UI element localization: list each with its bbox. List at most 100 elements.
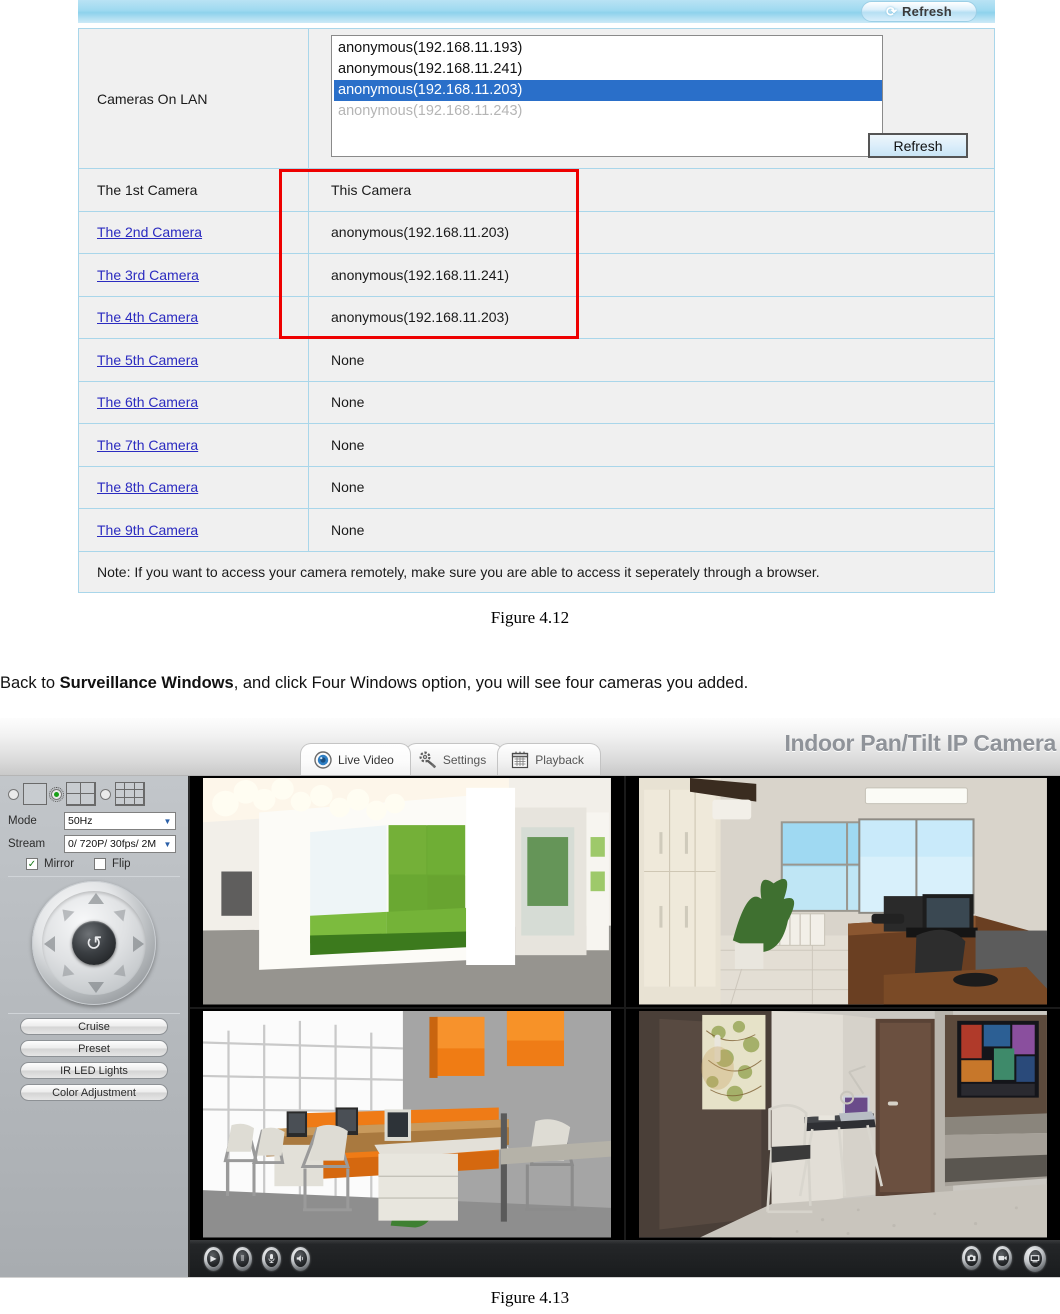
pause-button[interactable]: ‖ xyxy=(233,1246,252,1271)
list-item[interactable]: anonymous(192.168.11.193) xyxy=(334,38,882,59)
camera-link-cell: The 3rd Camera xyxy=(79,254,309,296)
panel-top-bar: ⟳ Refresh xyxy=(78,0,995,24)
figure-412-caption: Figure 4.12 xyxy=(490,608,570,627)
ptz-reset-icon[interactable]: ↺ xyxy=(72,921,116,965)
ptz-right-arrow-icon[interactable] xyxy=(133,936,144,952)
camera-1-view[interactable] xyxy=(190,776,624,1007)
instruction-paragraph: Back to Surveillance Windows, and click … xyxy=(0,672,1060,694)
multi-device-settings-panel: ⟳ Refresh Cameras On LAN anonymous(192.1… xyxy=(78,0,995,593)
sidebar-divider-top xyxy=(8,876,180,877)
microphone-icon xyxy=(265,1250,278,1267)
camera-link[interactable]: The 4th Camera xyxy=(97,309,198,325)
list-item[interactable]: anonymous(192.168.11.241) xyxy=(334,59,882,80)
chevron-down-icon: ▼ xyxy=(163,839,172,849)
note-text: Note: If you want to access your camera … xyxy=(97,563,820,580)
lan-refresh-button[interactable]: Refresh xyxy=(868,133,968,158)
camera-link-cell: The 6th Camera xyxy=(79,381,309,423)
nine-windows-icon[interactable] xyxy=(115,782,145,806)
camera-live-view-window: Live Video Settings Playback Indoor Pan/… xyxy=(0,718,1060,1278)
camera-value: anonymous(192.168.11.241) xyxy=(331,266,509,283)
stream-row: Stream 0/ 720P/ 30fps/ 2M ▼ xyxy=(8,835,180,853)
camera-link[interactable]: The 5th Camera xyxy=(97,352,198,368)
play-icon: ▶ xyxy=(207,1250,220,1267)
fullscreen-button[interactable] xyxy=(1024,1245,1046,1272)
table-row: The 6th Camera None xyxy=(79,381,994,424)
pause-icon: ‖ xyxy=(236,1250,249,1267)
camera-link[interactable]: The 3rd Camera xyxy=(97,267,199,283)
camera-control-sidebar: Mode 50Hz ▼ Stream 0/ 720P/ 30fps/ 2M ▼ … xyxy=(0,776,190,1277)
snapshot-button[interactable] xyxy=(962,1245,981,1270)
top-refresh-button[interactable]: ⟳ Refresh xyxy=(861,1,977,22)
camera-link[interactable]: The 6th Camera xyxy=(97,394,198,410)
video-grid-area: ▶ ‖ xyxy=(190,776,1060,1277)
cameras-on-lan-listbox[interactable]: anonymous(192.168.11.193) anonymous(192.… xyxy=(331,35,883,157)
stream-select[interactable]: 0/ 720P/ 30fps/ 2M ▼ xyxy=(64,835,176,853)
ir-led-lights-button[interactable]: IR LED Lights xyxy=(20,1062,168,1079)
camera-link-cell: The 2nd Camera xyxy=(79,211,309,253)
camera-link-cell: The 9th Camera xyxy=(79,509,309,551)
camera-link[interactable]: The 7th Camera xyxy=(97,437,198,453)
single-window-icon[interactable] xyxy=(23,783,47,805)
table-row: The 9th Camera None xyxy=(79,509,994,552)
snapshot-icon xyxy=(965,1249,978,1266)
table-row: The 2nd Camera anonymous(192.168.11.203) xyxy=(79,211,994,254)
list-item[interactable]: anonymous(192.168.11.203) xyxy=(334,80,882,101)
speaker-button[interactable] xyxy=(291,1246,310,1271)
camera-value: anonymous(192.168.11.203) xyxy=(331,309,509,326)
cruise-button[interactable]: Cruise xyxy=(20,1018,168,1035)
camera-link[interactable]: The 9th Camera xyxy=(97,522,198,538)
radio-four-windows[interactable] xyxy=(49,786,64,802)
video-grid xyxy=(190,776,1060,1240)
camera-link[interactable]: The 2nd Camera xyxy=(97,224,202,240)
camera-3-view[interactable] xyxy=(190,1009,624,1240)
camera-value: None xyxy=(331,394,365,411)
tab-settings[interactable]: Settings xyxy=(404,743,504,775)
color-adjustment-button[interactable]: Color Adjustment xyxy=(20,1084,168,1101)
ptz-down-arrow-icon[interactable] xyxy=(88,982,104,993)
camera-link[interactable]: The 8th Camera xyxy=(97,479,198,495)
record-button[interactable] xyxy=(993,1245,1012,1270)
record-icon xyxy=(996,1249,1009,1266)
figure-413-caption: Figure 4.13 xyxy=(490,1288,570,1307)
camera-value: anonymous(192.168.11.203) xyxy=(331,224,509,241)
table-row: The 3rd Camera anonymous(192.168.11.241) xyxy=(79,254,994,297)
four-windows-icon[interactable] xyxy=(66,782,96,806)
product-title: Indoor Pan/Tilt IP Camera xyxy=(784,730,1056,756)
play-button[interactable]: ▶ xyxy=(204,1246,223,1271)
ptz-up-arrow-icon[interactable] xyxy=(88,893,104,904)
top-refresh-label: Refresh xyxy=(902,4,952,19)
mode-label: Mode xyxy=(8,815,37,827)
flip-checkbox[interactable] xyxy=(94,858,107,870)
mirror-flip-row: ✓ Mirror Flip xyxy=(26,858,180,870)
camera-value: None xyxy=(331,521,365,538)
mode-row: Mode 50Hz ▼ xyxy=(8,812,180,830)
preset-button[interactable]: Preset xyxy=(20,1040,168,1057)
table-row: The 7th Camera None xyxy=(79,424,994,467)
tab-live-video[interactable]: Live Video xyxy=(300,743,411,775)
mode-select[interactable]: 50Hz ▼ xyxy=(64,812,176,830)
speaker-icon xyxy=(294,1250,307,1267)
camera-value: None xyxy=(331,436,365,453)
camera-3-scene xyxy=(203,1011,611,1238)
flip-label: Flip xyxy=(112,858,131,870)
ptz-control: ↺ xyxy=(32,881,156,1005)
radio-single-window[interactable] xyxy=(8,788,19,800)
camera-icon xyxy=(313,750,333,770)
list-item[interactable]: anonymous(192.168.11.243) xyxy=(334,101,882,122)
mirror-checkbox[interactable]: ✓ xyxy=(26,858,38,870)
ptz-left-arrow-icon[interactable] xyxy=(44,936,55,952)
table-row: The 1st Camera This Camera xyxy=(79,169,994,212)
microphone-button[interactable] xyxy=(262,1246,281,1271)
mode-value: 50Hz xyxy=(68,815,93,827)
table-row: The 4th Camera anonymous(192.168.11.203) xyxy=(79,296,994,339)
camera-main-area: Mode 50Hz ▼ Stream 0/ 720P/ 30fps/ 2M ▼ … xyxy=(0,776,1060,1277)
camera-2-scene xyxy=(639,778,1047,1005)
tab-playback[interactable]: Playback xyxy=(497,743,601,775)
camera-2-view[interactable] xyxy=(626,776,1060,1007)
cameras-on-lan-row: Cameras On LAN anonymous(192.168.11.193)… xyxy=(79,29,994,169)
camera-value: None xyxy=(331,479,365,496)
tab-label: Live Video xyxy=(338,752,394,767)
camera-4-view[interactable] xyxy=(626,1009,1060,1240)
radio-nine-windows[interactable] xyxy=(100,788,111,800)
layout-selector xyxy=(8,782,180,806)
